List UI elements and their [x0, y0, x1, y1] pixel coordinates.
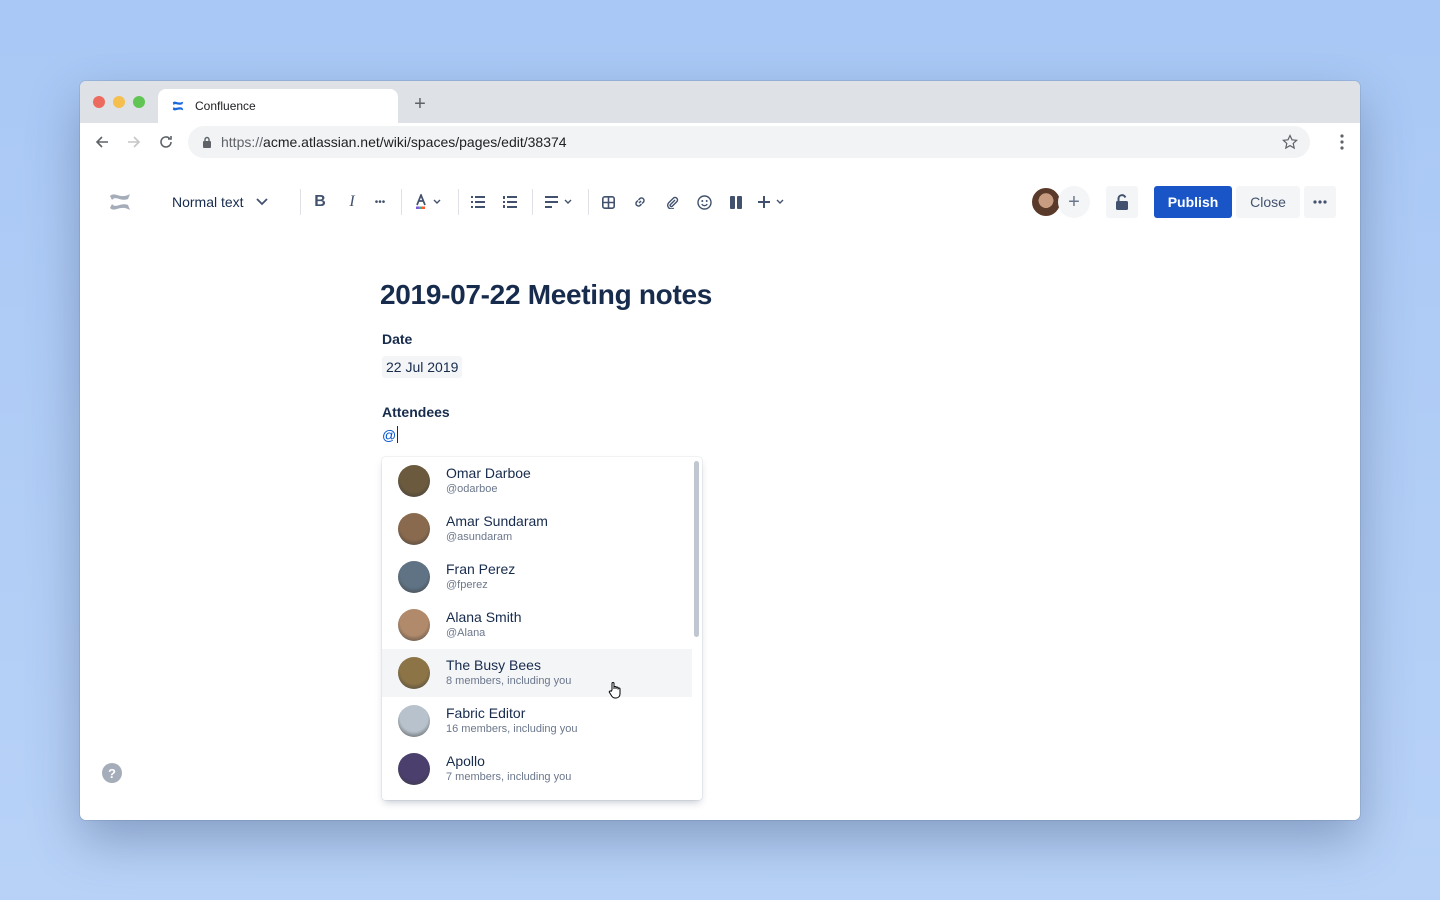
- close-window-button[interactable]: [93, 96, 105, 108]
- mention-option-name: Fabric Editor: [446, 705, 526, 721]
- text-style-dropdown[interactable]: Normal text: [172, 189, 268, 215]
- mention-query: @: [382, 426, 397, 443]
- close-button[interactable]: Close: [1236, 186, 1300, 218]
- link-icon[interactable]: [632, 189, 648, 215]
- attachment-icon[interactable]: [664, 189, 680, 215]
- mention-option-text: Fabric Editor 16 members, including you: [446, 705, 577, 737]
- unlock-icon: [1116, 194, 1128, 210]
- text-caret: [397, 426, 399, 443]
- tab-bar: Confluence +: [80, 81, 1360, 123]
- avatar: [398, 657, 430, 689]
- new-tab-button[interactable]: +: [410, 93, 430, 115]
- toolbar-divider: [588, 189, 589, 215]
- reload-icon[interactable]: [156, 132, 176, 152]
- mention-option[interactable]: Amar Sundaram @asundaram: [382, 505, 692, 553]
- avatar: [398, 705, 430, 737]
- text-color-icon[interactable]: [414, 189, 446, 215]
- table-icon[interactable]: [600, 189, 616, 215]
- mention-option-subtitle: 16 members, including you: [446, 723, 578, 735]
- mention-option[interactable]: Fabric Editor 16 members, including you: [382, 697, 692, 745]
- mention-option-text: Omar Darboe @odarboe: [446, 465, 531, 497]
- more-actions-button[interactable]: [1304, 186, 1336, 218]
- forward-icon[interactable]: [124, 132, 144, 152]
- date-label: Date: [382, 331, 413, 347]
- avatar: [398, 465, 430, 497]
- mention-option-name: Omar Darboe: [446, 465, 531, 481]
- back-icon[interactable]: [92, 132, 112, 152]
- mention-option[interactable]: Apollo 7 members, including you: [382, 745, 692, 793]
- scrollbar[interactable]: [694, 461, 699, 637]
- mention-option-subtitle: @fperez: [446, 579, 488, 591]
- mention-option-subtitle: @asundaram: [446, 531, 513, 543]
- page-title[interactable]: 2019-07-22 Meeting notes: [380, 279, 712, 311]
- toolbar-divider: [458, 189, 459, 215]
- bookmark-star-icon[interactable]: [1282, 134, 1298, 150]
- align-icon[interactable]: [544, 189, 576, 215]
- avatar: [398, 753, 430, 785]
- url-host-path: acme.atlassian.net/wiki/spaces/pages/edi…: [263, 134, 567, 150]
- address-bar: https://acme.atlassian.net/wiki/spaces/p…: [80, 123, 1360, 161]
- mention-option[interactable]: Omar Darboe @odarboe: [382, 457, 692, 505]
- avatar: [398, 561, 430, 593]
- italic-icon[interactable]: I: [344, 189, 360, 215]
- attendees-label: Attendees: [382, 404, 450, 420]
- bullet-list-icon[interactable]: [470, 189, 486, 215]
- numbered-list-icon[interactable]: [502, 189, 518, 215]
- minimize-window-button[interactable]: [113, 96, 125, 108]
- url-protocol: https://: [221, 134, 264, 150]
- chevron-down-icon: [255, 198, 268, 206]
- layout-icon[interactable]: [728, 189, 744, 215]
- mention-option-subtitle: 7 members, including you: [446, 771, 572, 783]
- mention-option[interactable]: Alana Smith @Alana: [382, 601, 692, 649]
- mention-input[interactable]: @: [382, 426, 712, 443]
- mention-option-text: Alana Smith @Alana: [446, 609, 521, 641]
- editor-toolbar: Normal text B I ••• + Publish Close: [80, 161, 1360, 243]
- toolbar-divider: [300, 189, 301, 215]
- mention-option-subtitle: @Alana: [446, 627, 486, 639]
- mention-option-name: Alana Smith: [446, 609, 522, 625]
- maximize-window-button[interactable]: [133, 96, 145, 108]
- mention-option-text: The Busy Bees 8 members, including you: [446, 657, 571, 689]
- confluence-logo-icon[interactable]: [108, 190, 132, 214]
- more-formatting-icon[interactable]: •••: [372, 189, 388, 215]
- toolbar-divider: [532, 189, 533, 215]
- invite-button[interactable]: +: [1058, 186, 1090, 218]
- mention-option-text: Amar Sundaram @asundaram: [446, 513, 548, 545]
- lock-icon: [203, 136, 211, 148]
- confluence-icon: [172, 101, 184, 111]
- mention-option-name: Amar Sundaram: [446, 513, 548, 529]
- browser-window: Confluence + https://acme.atlassian.net/…: [80, 81, 1360, 820]
- mention-option-name: The Busy Bees: [446, 657, 541, 673]
- text-style-label: Normal text: [172, 194, 244, 210]
- window-controls: [93, 96, 145, 108]
- restrictions-button[interactable]: [1106, 186, 1138, 218]
- pointer-hand-cursor: [608, 682, 621, 699]
- mention-option-text: Fran Perez @fperez: [446, 561, 515, 593]
- mention-option-subtitle: @odarboe: [446, 483, 498, 495]
- tab-title: Confluence: [195, 99, 256, 113]
- browser-tab[interactable]: Confluence: [158, 89, 398, 123]
- url-input[interactable]: https://acme.atlassian.net/wiki/spaces/p…: [188, 126, 1310, 158]
- mention-typeahead: Omar Darboe @odarboe Amar Sundaram @asundar…: [382, 457, 702, 800]
- mention-option[interactable]: Fran Perez @fperez: [382, 553, 692, 601]
- toolbar-divider: [401, 189, 402, 215]
- bold-icon[interactable]: B: [312, 189, 328, 215]
- mention-option-subtitle: 8 members, including you: [446, 675, 572, 687]
- browser-menu-icon[interactable]: [1340, 133, 1344, 151]
- avatar: [398, 513, 430, 545]
- page-content: 2019-07-22 Meeting notes Date 22 Jul 201…: [380, 279, 712, 443]
- insert-icon[interactable]: [756, 189, 790, 215]
- mention-option[interactable]: The Busy Bees 8 members, including you: [382, 649, 692, 697]
- publish-button[interactable]: Publish: [1154, 186, 1232, 218]
- avatar: [398, 609, 430, 641]
- mention-option-text: Apollo 7 members, including you: [446, 753, 571, 785]
- date-chip[interactable]: 22 Jul 2019: [382, 356, 463, 378]
- help-icon[interactable]: ?: [102, 763, 122, 783]
- mention-option-name: Apollo: [446, 753, 485, 769]
- emoji-icon[interactable]: [696, 189, 712, 215]
- mention-option-name: Fran Perez: [446, 561, 516, 577]
- more-icon: [1313, 200, 1327, 204]
